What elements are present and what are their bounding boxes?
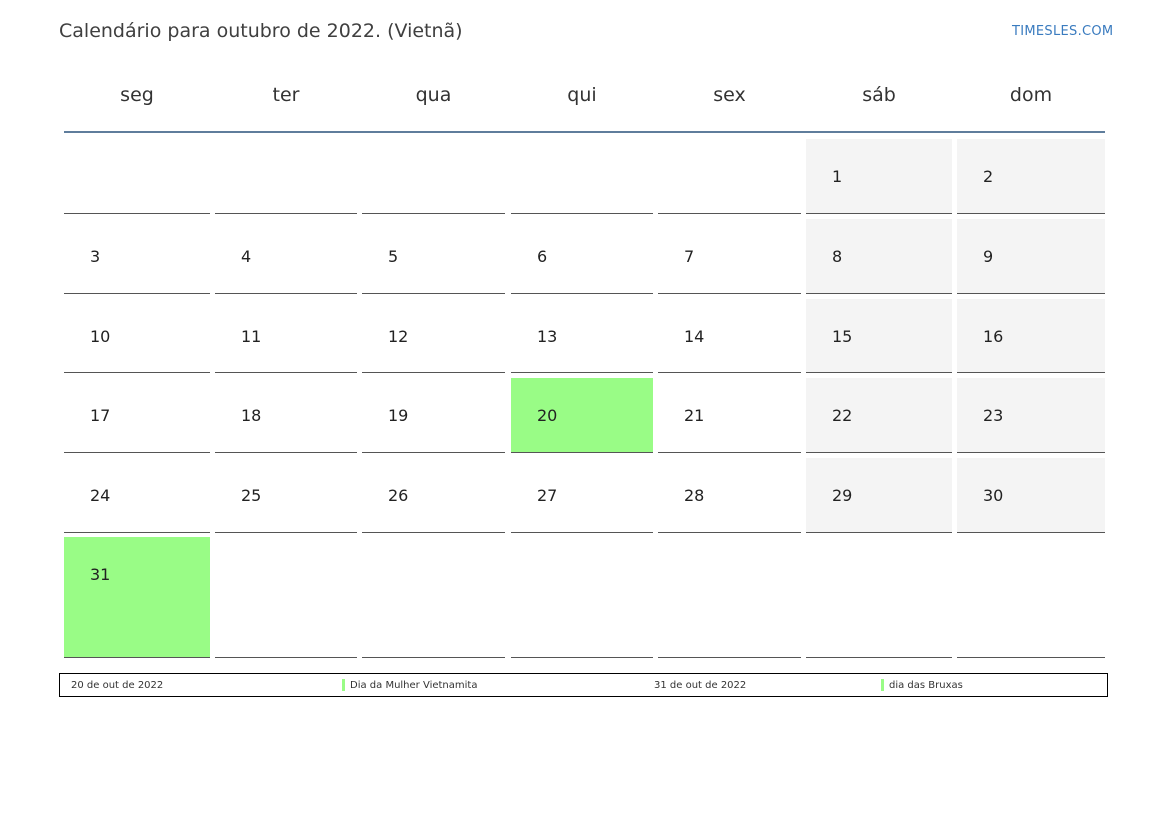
day-number: 12 — [388, 327, 409, 346]
day-cell[interactable]: 16 — [957, 299, 1105, 373]
day-cell[interactable]: 14 — [658, 299, 801, 373]
day-cell[interactable]: 24 — [64, 458, 210, 533]
legend-holiday-name: Dia da Mulher Vietnamita — [350, 680, 478, 691]
day-number: 17 — [90, 406, 111, 425]
legend-date: 20 de out de 2022 — [71, 680, 164, 691]
day-cell-empty — [658, 139, 801, 214]
day-cell[interactable]: 8 — [806, 219, 952, 294]
day-cell[interactable]: 11 — [215, 299, 357, 373]
day-number: 25 — [241, 486, 262, 505]
header-divider — [64, 131, 1105, 133]
day-cell-empty — [511, 537, 653, 658]
day-cell[interactable]: 9 — [957, 219, 1105, 294]
day-cell[interactable]: 29 — [806, 458, 952, 533]
day-cell[interactable]: 30 — [957, 458, 1105, 533]
day-number: 6 — [537, 247, 548, 266]
day-number: 28 — [684, 486, 705, 505]
weekday-wed: qua — [415, 84, 452, 106]
holiday-legend: 20 de out de 2022 Dia da Mulher Vietnami… — [59, 673, 1108, 697]
day-cell[interactable]: 7 — [658, 219, 801, 294]
day-number: 7 — [684, 247, 695, 266]
day-cell[interactable]: 2 — [957, 139, 1105, 214]
day-cell-empty — [215, 537, 357, 658]
weekday-sun: dom — [1009, 84, 1053, 106]
day-cell-holiday[interactable]: 31 — [64, 537, 210, 658]
day-number: 16 — [983, 327, 1004, 346]
day-number: 30 — [983, 486, 1004, 505]
day-number: 3 — [90, 247, 101, 266]
legend-date: 31 de out de 2022 — [654, 680, 747, 691]
day-number: 18 — [241, 406, 262, 425]
day-number: 2 — [983, 167, 994, 186]
day-cell[interactable]: 18 — [215, 378, 357, 453]
weekday-tue: ter — [272, 84, 300, 106]
day-number: 26 — [388, 486, 409, 505]
day-cell[interactable]: 28 — [658, 458, 801, 533]
day-cell[interactable]: 13 — [511, 299, 653, 373]
day-number: 27 — [537, 486, 558, 505]
day-cell-empty — [957, 537, 1105, 658]
day-cell[interactable]: 26 — [362, 458, 505, 533]
day-cell[interactable]: 10 — [64, 299, 210, 373]
day-number: 24 — [90, 486, 111, 505]
page-title: Calendário para outubro de 2022. (Vietnã… — [59, 20, 463, 42]
day-number: 5 — [388, 247, 399, 266]
day-cell[interactable]: 15 — [806, 299, 952, 373]
day-cell-empty — [362, 537, 505, 658]
day-cell-holiday[interactable]: 20 — [511, 378, 653, 453]
day-cell[interactable]: 21 — [658, 378, 801, 453]
day-cell[interactable]: 25 — [215, 458, 357, 533]
day-number: 15 — [832, 327, 853, 346]
day-cell-empty — [64, 139, 210, 214]
day-number: 13 — [537, 327, 558, 346]
day-number: 10 — [90, 327, 111, 346]
legend-color-swatch — [342, 679, 345, 691]
day-number: 29 — [832, 486, 853, 505]
brand-link[interactable]: TIMESLES.COM — [1012, 24, 1113, 39]
day-cell[interactable]: 12 — [362, 299, 505, 373]
day-cell[interactable]: 22 — [806, 378, 952, 453]
day-cell[interactable]: 23 — [957, 378, 1105, 453]
day-cell[interactable]: 4 — [215, 219, 357, 294]
weekday-fri: sex — [713, 84, 746, 106]
day-cell[interactable]: 3 — [64, 219, 210, 294]
day-cell-empty — [658, 537, 801, 658]
day-cell-empty — [806, 537, 952, 658]
weekday-header: seg ter qua qui sex sáb dom — [64, 84, 1105, 114]
day-number: 22 — [832, 406, 853, 425]
day-cell[interactable]: 6 — [511, 219, 653, 294]
day-number: 20 — [537, 406, 558, 425]
day-cell[interactable]: 5 — [362, 219, 505, 294]
day-cell-empty — [511, 139, 653, 214]
day-number: 1 — [832, 167, 843, 186]
day-number: 9 — [983, 247, 994, 266]
day-number: 11 — [241, 327, 262, 346]
day-number: 23 — [983, 406, 1004, 425]
day-cell[interactable]: 17 — [64, 378, 210, 453]
day-cell[interactable]: 1 — [806, 139, 952, 214]
day-number: 19 — [388, 406, 409, 425]
weekday-mon: seg — [120, 84, 154, 106]
day-cell-empty — [215, 139, 357, 214]
legend-color-swatch — [881, 679, 884, 691]
day-number: 8 — [832, 247, 843, 266]
day-cell[interactable]: 19 — [362, 378, 505, 453]
legend-holiday-name: dia das Bruxas — [889, 680, 963, 691]
day-cell[interactable]: 27 — [511, 458, 653, 533]
day-number: 4 — [241, 247, 252, 266]
day-number: 14 — [684, 327, 705, 346]
day-number: 31 — [90, 565, 111, 584]
weekday-thu: qui — [567, 84, 597, 106]
day-cell-empty — [362, 139, 505, 214]
day-number: 21 — [684, 406, 705, 425]
weekday-sat: sáb — [862, 84, 896, 106]
